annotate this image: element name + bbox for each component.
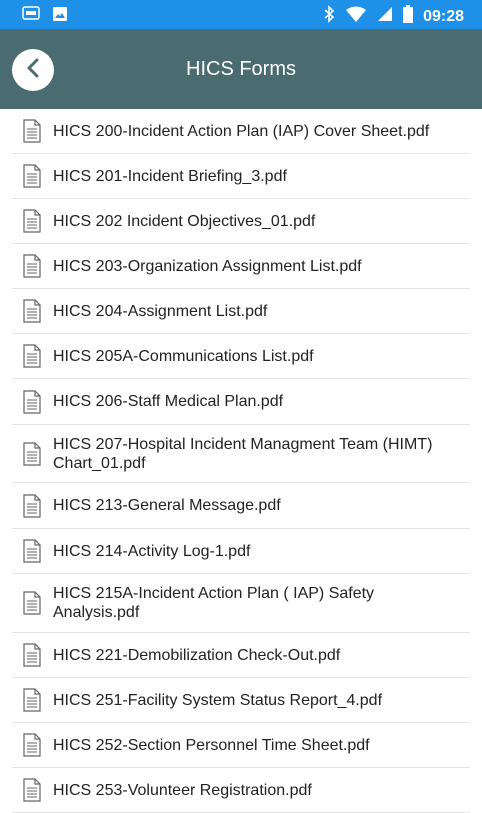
file-row[interactable]: HICS 214-Activity Log-1.pdf xyxy=(12,529,470,574)
file-name: HICS 251-Facility System Status Report_4… xyxy=(53,691,383,709)
wifi-icon xyxy=(345,6,367,27)
file-name: HICS 200-Incident Action Plan (IAP) Cove… xyxy=(53,122,430,140)
file-row[interactable]: HICS 205A-Communications List.pdf xyxy=(12,334,470,379)
file-name: HICS 201-Incident Briefing_3.pdf xyxy=(53,167,287,185)
file-row[interactable]: HICS 215A-Incident Action Plan ( IAP) Sa… xyxy=(12,574,470,633)
document-icon xyxy=(22,119,42,143)
signal-icon xyxy=(377,6,393,27)
file-name: HICS 205A-Communications List.pdf xyxy=(53,347,314,365)
document-icon xyxy=(22,209,42,233)
document-icon xyxy=(22,164,42,188)
sim-icon xyxy=(22,6,40,27)
file-row[interactable]: HICS 202 Incident Objectives_01.pdf xyxy=(12,199,470,244)
file-row[interactable]: HICS 206-Staff Medical Plan.pdf xyxy=(12,379,470,425)
file-row[interactable]: HICS 204-Assignment List.pdf xyxy=(12,289,470,334)
document-icon xyxy=(22,441,42,466)
document-icon xyxy=(22,539,42,563)
document-icon xyxy=(22,389,42,414)
document-icon xyxy=(22,733,42,757)
document-icon xyxy=(22,299,42,323)
file-name: HICS 213-General Message.pdf xyxy=(53,497,281,514)
back-button[interactable] xyxy=(12,49,54,91)
status-bar: 09:28 xyxy=(0,0,482,29)
file-name: HICS 215A-Incident Action Plan ( IAP) Sa… xyxy=(53,585,375,621)
file-name: HICS 207-Hospital Incident Managment Tea… xyxy=(53,435,433,472)
document-icon xyxy=(22,688,42,712)
document-icon xyxy=(22,344,42,368)
file-name: HICS 252-Section Personnel Time Sheet.pd… xyxy=(53,736,370,754)
document-icon xyxy=(22,254,42,278)
document-icon xyxy=(22,643,42,667)
file-row[interactable]: HICS 200-Incident Action Plan (IAP) Cove… xyxy=(12,109,470,154)
file-list: HICS 200-Incident Action Plan (IAP) Cove… xyxy=(0,109,482,813)
file-row[interactable]: HICS 213-General Message.pdf xyxy=(12,483,470,529)
file-row[interactable]: HICS 252-Section Personnel Time Sheet.pd… xyxy=(12,723,470,768)
document-icon xyxy=(22,591,42,615)
file-name: HICS 206-Staff Medical Plan.pdf xyxy=(53,393,284,410)
file-row[interactable]: HICS 207-Hospital Incident Managment Tea… xyxy=(12,425,470,483)
file-row[interactable]: HICS 201-Incident Briefing_3.pdf xyxy=(12,154,470,199)
bluetooth-icon xyxy=(323,5,335,28)
document-icon xyxy=(22,778,42,802)
file-name: HICS 253-Volunteer Registration.pdf xyxy=(53,781,312,799)
app-bar: HICS Forms xyxy=(0,29,482,109)
document-icon xyxy=(22,493,42,518)
file-name: HICS 203-Organization Assignment List.pd… xyxy=(53,257,362,275)
file-name: HICS 221-Demobilization Check-Out.pdf xyxy=(53,646,341,664)
file-row[interactable]: HICS 221-Demobilization Check-Out.pdf xyxy=(12,633,470,678)
battery-icon xyxy=(403,5,414,28)
file-name: HICS 214-Activity Log-1.pdf xyxy=(53,542,251,560)
file-row[interactable]: HICS 203-Organization Assignment List.pd… xyxy=(12,244,470,289)
page-title: HICS Forms xyxy=(186,58,296,80)
file-row[interactable]: HICS 251-Facility System Status Report_4… xyxy=(12,678,470,723)
image-icon xyxy=(52,6,68,27)
file-name: HICS 202 Incident Objectives_01.pdf xyxy=(53,212,316,230)
status-time: 09:28 xyxy=(423,7,464,25)
file-name: HICS 204-Assignment List.pdf xyxy=(53,302,268,320)
file-row[interactable]: HICS 253-Volunteer Registration.pdf xyxy=(12,768,470,813)
chevron-left-icon xyxy=(25,58,41,83)
